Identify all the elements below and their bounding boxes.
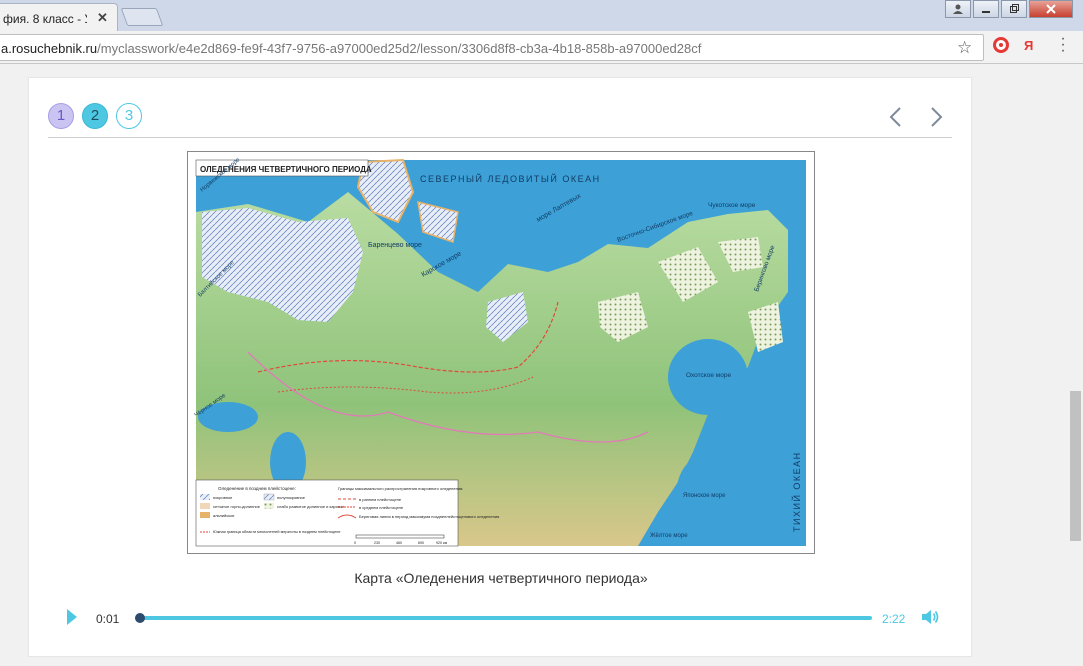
- glaciation-map: ОЛЕДЕНЕНИЯ ЧЕТВЕРТИЧНОГО ПЕРИОДА СЕВЕРНЫ…: [187, 151, 815, 554]
- chukchi-sea-label: Чукотское море: [708, 202, 756, 209]
- browser-tab[interactable]: фия. 8 класс - Уро ✕: [0, 3, 118, 31]
- legend-title-left: Оледенение в позднем плейстоцене:: [218, 485, 296, 491]
- tab-close-icon[interactable]: ✕: [97, 10, 108, 26]
- address-bar[interactable]: a.rosuchebnik.ru/myclasswork/e4e2d869-fe…: [0, 34, 984, 61]
- prev-slide-button[interactable]: [886, 104, 906, 130]
- pacific-ocean-label: ТИХИЙ ОКЕАН: [791, 451, 802, 532]
- restore-button[interactable]: [1001, 0, 1027, 18]
- legend-title-right: Границы максимального распространения по…: [338, 486, 463, 491]
- url-text: a.rosuchebnik.ru/myclasswork/e4e2d869-fe…: [1, 41, 701, 56]
- window-controls: [945, 0, 1073, 18]
- legend-south-border: Южная граница области многолетней мерзло…: [213, 530, 341, 534]
- barents-sea-label: Баренцево море: [368, 242, 422, 249]
- japan-sea-label: Японское море: [683, 493, 726, 499]
- scrollbar-thumb[interactable]: [1070, 391, 1081, 541]
- profile-icon[interactable]: [945, 0, 971, 18]
- page-2-button[interactable]: 2: [82, 103, 108, 129]
- slide-pager: 1 2 3: [48, 103, 142, 129]
- pager-divider: [48, 137, 952, 138]
- browser-tab-strip: фия. 8 класс - Уро ✕: [0, 0, 1083, 31]
- duration: 2:22: [882, 612, 906, 626]
- map-legend: Оледенение в позднем плейстоцене: покров…: [195, 479, 499, 547]
- audio-progress-track[interactable]: [135, 616, 872, 620]
- browser-toolbar: a.rosuchebnik.ru/myclasswork/e4e2d869-fe…: [0, 31, 1083, 64]
- scale-tick: 0: [354, 541, 356, 545]
- arctic-ocean-label: СЕВЕРНЫЙ ЛЕДОВИТЫЙ ОКЕАН: [420, 173, 601, 184]
- new-tab-button[interactable]: [120, 8, 164, 26]
- scale-tick: 920 км: [436, 541, 448, 545]
- chevron-left-icon: [889, 107, 901, 127]
- page-scrollbar[interactable]: [1068, 65, 1083, 666]
- minimize-button[interactable]: [973, 0, 999, 18]
- tab-title: фия. 8 класс - Уро: [3, 12, 87, 26]
- url-path: /myclasswork/e4e2d869-fe9f-43f7-9756-a97…: [97, 41, 702, 56]
- chevron-right-icon: [931, 107, 943, 127]
- close-window-button[interactable]: [1029, 0, 1073, 18]
- volume-button[interactable]: [920, 608, 940, 626]
- map-image: ОЛЕДЕНЕНИЯ ЧЕТВЕРТИЧНОГО ПЕРИОДА СЕВЕРНЫ…: [194, 157, 806, 547]
- page-1-button[interactable]: 1: [48, 103, 74, 129]
- browser-menu-icon[interactable]: · · ·: [1060, 31, 1066, 59]
- extension-target-icon[interactable]: [993, 37, 1009, 53]
- legend-item: сетчатое горно-долинное: [213, 504, 261, 509]
- scale-tick: 460: [396, 541, 402, 545]
- current-time: 0:01: [96, 612, 120, 626]
- url-host: a.rosuchebnik.ru: [1, 41, 98, 56]
- okhotsk-sea-label: Охотское море: [686, 372, 731, 379]
- next-slide-button[interactable]: [926, 104, 946, 130]
- yandex-extension-icon[interactable]: Я: [1024, 38, 1033, 53]
- volume-icon: [922, 610, 939, 624]
- page-3-button[interactable]: 3: [116, 103, 142, 129]
- bookmark-star-icon[interactable]: ☆: [957, 38, 972, 58]
- legend-item: альпийское: [213, 513, 235, 518]
- play-button[interactable]: [67, 609, 77, 625]
- legend-item: слабо развитое долинное и каровое: [277, 504, 345, 509]
- legend-item: полупокровное: [277, 495, 306, 500]
- legend-line: в среднем плейстоцене: [359, 505, 404, 510]
- legend-shoreline: Береговая линия в период максимума поздн…: [359, 514, 499, 519]
- scale-tick: 230: [374, 541, 380, 545]
- scale-tick: 690: [418, 541, 424, 545]
- yellow-sea-label: Жёлтое море: [650, 533, 688, 539]
- legend-line: в раннем плейстоцене: [359, 497, 402, 502]
- map-caption: Карта «Оледенения четвертичного периода»: [354, 570, 648, 586]
- legend-item: покровное: [213, 495, 233, 500]
